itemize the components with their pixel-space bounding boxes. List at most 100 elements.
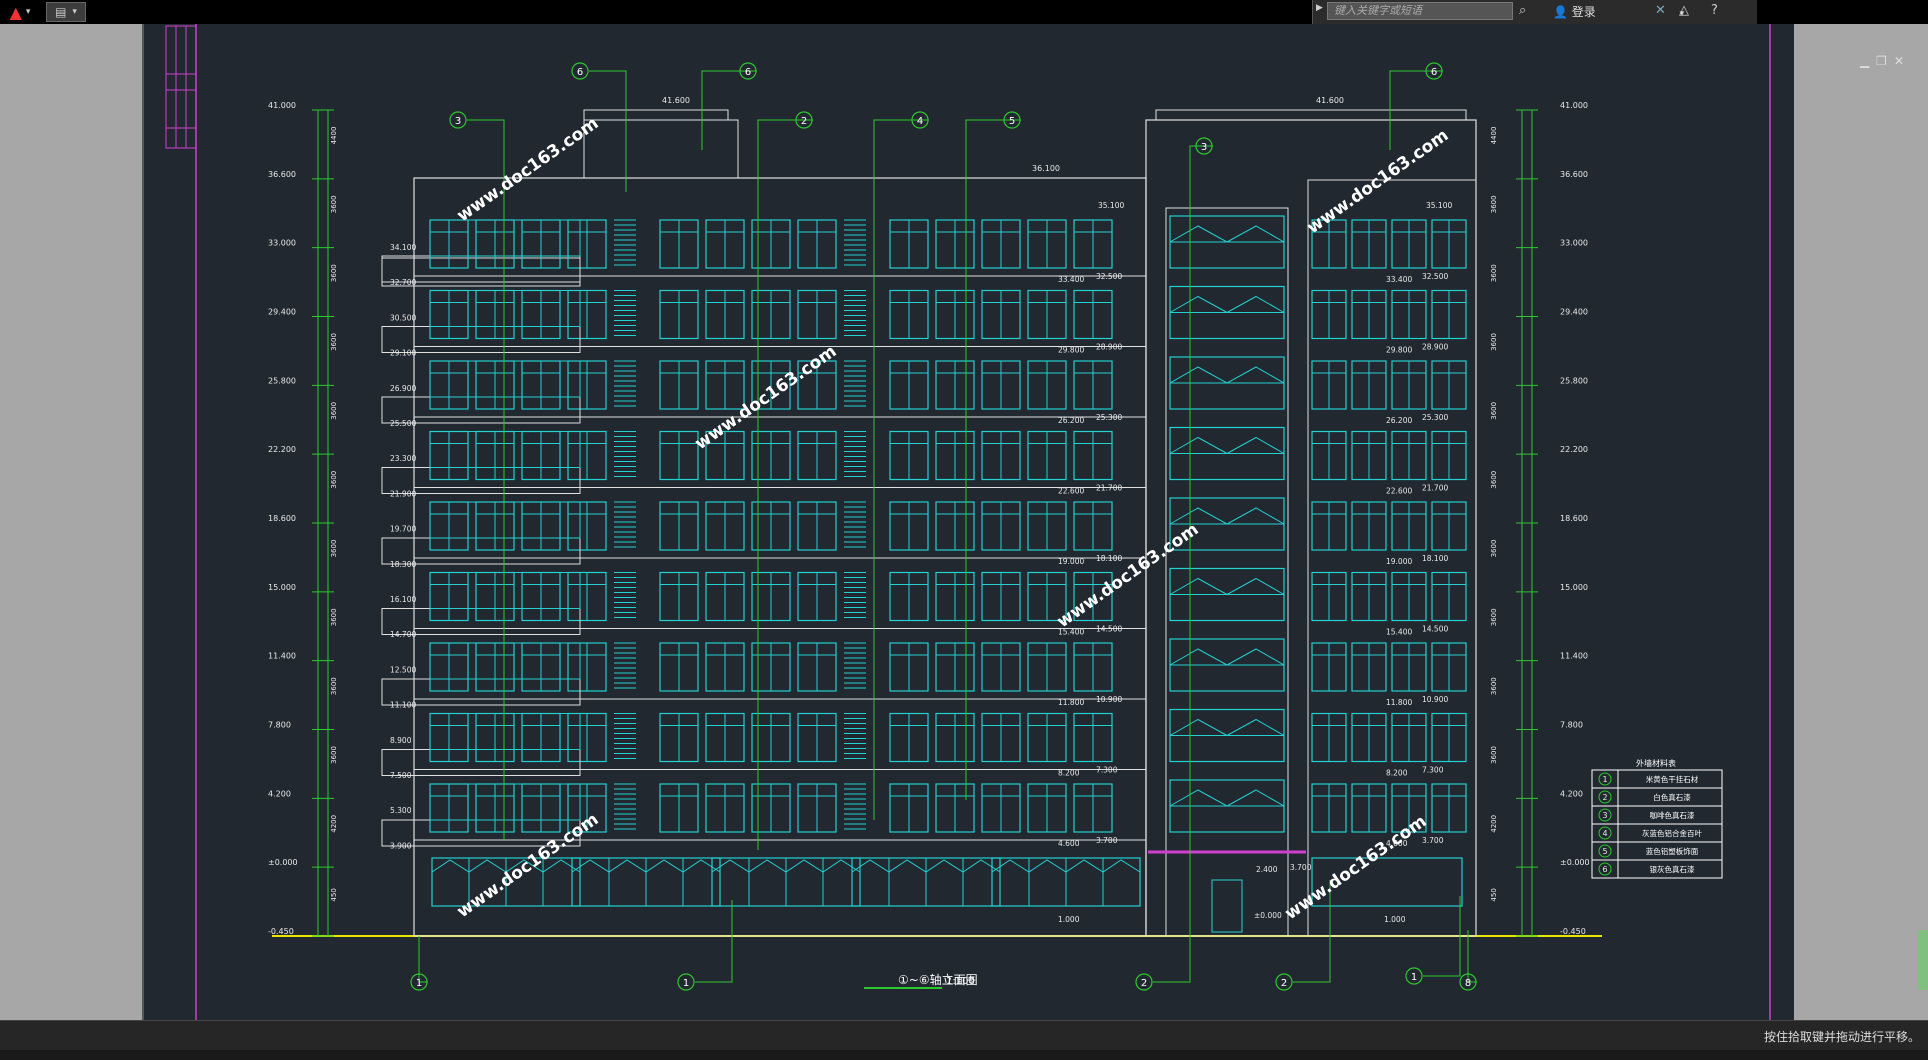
legend-item-text: 咖啡色真石漆 (1650, 810, 1695, 820)
balcony-railing (429, 713, 581, 750)
close-icon[interactable]: ✕ (1894, 54, 1904, 68)
search-input[interactable]: 键入关键字或短语 (1327, 2, 1513, 20)
dimension-label: 3600 (1490, 402, 1498, 420)
dimension-label: 4200 (1490, 815, 1498, 833)
elevation-label: 15.000 (268, 583, 296, 592)
exchange-icon[interactable]: ✕ (1655, 3, 1666, 18)
balcony-level-label: 14.700 (390, 630, 416, 639)
louver-panel (844, 501, 866, 548)
balcony-level-label: 29.100 (390, 349, 416, 358)
elevation-label: 22.200 (268, 445, 296, 454)
balcony-level-label: 8.900 (390, 736, 412, 745)
callout-number: 5 (1009, 116, 1015, 127)
louver-panel (844, 290, 866, 336)
dimension-label: 3600 (330, 608, 338, 626)
balcony-railing (429, 501, 581, 539)
restore-icon[interactable]: ❐ (1876, 54, 1887, 68)
elevation-label: 41.000 (268, 101, 296, 110)
elevation-label: 41.000 (1560, 101, 1588, 110)
dimension-label: 3600 (1490, 195, 1498, 213)
floor-level-label: 29.800 (1386, 346, 1412, 355)
ground-level-label: 2.400 (1256, 865, 1278, 874)
balcony-railing (429, 290, 581, 327)
help-icon[interactable]: ? (1711, 3, 1718, 18)
left-gray-panel (0, 24, 142, 1020)
floor-level-label: 18.100 (1096, 554, 1122, 563)
scrollbar-handle[interactable] (1918, 930, 1928, 990)
floor-level-label: 8.200 (1058, 769, 1080, 778)
elevation-label: 18.600 (268, 514, 296, 523)
balcony-level-label: 16.100 (390, 595, 416, 604)
legend-title: 外墙材料表 (1636, 758, 1676, 768)
louver-panel (844, 431, 866, 477)
dimension-label: 3600 (1490, 540, 1498, 558)
floor-level-label: 7.300 (1096, 766, 1118, 775)
elevation-label: 25.800 (1560, 376, 1588, 385)
drawing-viewport[interactable]: 41.000 4400 36.600 3600 33.000 3600 29.400 3600… (142, 24, 1904, 1020)
callout-number: 1 (416, 978, 422, 989)
floor-level-label: 19.000 (1058, 557, 1084, 566)
balcony-level-label: 12.500 (390, 665, 416, 674)
louver-panel (614, 783, 636, 830)
elevation-label: 29.400 (1560, 308, 1588, 317)
elevation-label: 33.000 (1560, 239, 1588, 248)
floor-level-label: 11.800 (1058, 698, 1084, 707)
dimension-label: 3600 (330, 746, 338, 764)
louver-panel (844, 572, 866, 618)
balcony-level-label: 34.100 (390, 243, 416, 252)
cad-drawing-canvas[interactable]: 41.000440036.600360033.000360029.4003600… (142, 24, 1794, 1020)
drawing-scale: 1:100 (946, 976, 975, 987)
balcony-railing (429, 572, 581, 609)
floor-level-label: 3.700 (1422, 836, 1444, 845)
balcony-level-label: 7.500 (390, 771, 412, 780)
legend-item-text: 银灰色真石漆 (1650, 864, 1695, 874)
drawing-frame (142, 24, 1771, 1020)
stair-diagonal (1169, 295, 1285, 314)
balcony-level-label: 30.500 (390, 313, 416, 322)
elevation-label: 18.600 (1560, 514, 1588, 523)
binoculars-icon[interactable]: ⌕ (1519, 3, 1526, 18)
legend-item-text: 米黄色干挂石材 (1646, 774, 1699, 784)
a360-icon[interactable]: △ (1679, 3, 1689, 18)
dimension-label: 450 (330, 888, 338, 901)
callout-number: 2 (1141, 978, 1147, 989)
document-icon: ▤ (55, 5, 67, 19)
floor-level-label: 28.900 (1096, 343, 1122, 352)
elevation-label: -0.450 (1560, 927, 1586, 936)
ground-level-label: 3.700 (1290, 863, 1312, 872)
balcony-level-label: 23.300 (390, 454, 416, 463)
roof-level-label: 35.100 (1426, 201, 1452, 210)
louver-panel (614, 431, 636, 477)
elevation-label: 4.200 (1560, 789, 1583, 798)
floor-level-label: 25.300 (1422, 413, 1448, 422)
floor-level-label: 21.700 (1422, 484, 1448, 493)
legend-item-number: 4 (1602, 829, 1607, 838)
title-bar: ▲ ▾ ▤ ▾ ▶ 键入关键字或短语 ⌕ 👤 登录 ▾ ✕ △ ? (0, 0, 1928, 24)
autocad-logo-icon: ▲ (9, 2, 22, 22)
dimension-label: 3600 (330, 402, 338, 420)
floor-level-label: 21.700 (1096, 484, 1122, 493)
callout-leader (1153, 900, 1191, 983)
balcony-level-label: 21.900 (390, 489, 416, 498)
ground-level-label: 1.000 (1384, 915, 1406, 924)
callout-number: 4 (917, 116, 923, 127)
minimize-icon[interactable]: ▁ (1860, 54, 1869, 68)
balcony-railing (429, 219, 581, 257)
application-menu-button[interactable]: ▲ ▾ (2, 2, 38, 22)
stair-diagonal (1169, 789, 1285, 807)
elevation-label: ±0.000 (268, 858, 298, 867)
dimension-label: 3600 (330, 264, 338, 282)
watermark-text: www.doc163.com (1053, 519, 1202, 632)
callout-leader (695, 900, 733, 983)
expand-arrow-icon[interactable]: ▶ (1316, 3, 1323, 13)
floor-level-label: 33.400 (1058, 275, 1084, 284)
floor-level-label: 10.900 (1096, 695, 1122, 704)
facade-windows (381, 215, 1467, 933)
balcony-railing (429, 783, 581, 821)
louver-panel (614, 642, 636, 689)
callout-leader (873, 119, 929, 820)
balcony-level-label: 3.900 (390, 841, 412, 850)
quick-access-toolbar-button[interactable]: ▤ ▾ (46, 2, 86, 22)
floor-level-label: 33.400 (1386, 275, 1412, 284)
watermark-text: www.doc163.com (691, 341, 840, 454)
